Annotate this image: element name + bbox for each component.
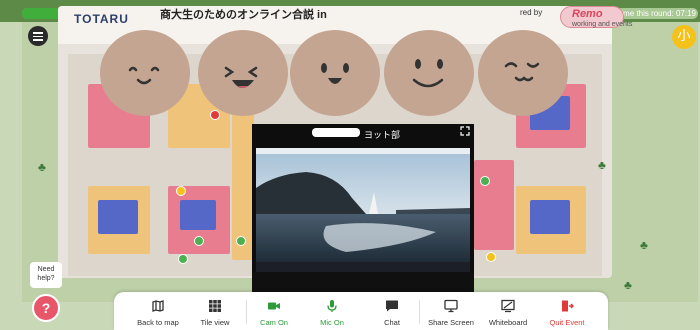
- user-avatar[interactable]: 小: [672, 25, 696, 49]
- participant-face[interactable]: [478, 30, 568, 116]
- camera-icon: [268, 302, 280, 310]
- clover-decoration: ♣: [598, 158, 606, 172]
- attendee-avatar[interactable]: [486, 252, 496, 262]
- tile-view-button[interactable]: Tile view: [192, 292, 238, 330]
- toolbar-divider: [246, 300, 247, 324]
- redacted-name: [312, 128, 360, 137]
- whiteboard-label: Whiteboard: [488, 318, 528, 327]
- clover-decoration: ♣: [624, 278, 632, 292]
- share-screen-button[interactable]: Share Screen: [424, 292, 478, 330]
- quit-event-label: Quit Event: [549, 318, 585, 327]
- attendee-avatar[interactable]: [480, 176, 490, 186]
- attendee-avatar[interactable]: [194, 236, 204, 246]
- participant-face[interactable]: [384, 30, 474, 116]
- grid-icon: [209, 300, 221, 312]
- clover-decoration: ♣: [640, 238, 648, 252]
- conference-table[interactable]: [180, 200, 216, 230]
- back-to-map-label: Back to map: [137, 318, 179, 327]
- conference-table[interactable]: [530, 200, 570, 234]
- event-logo: TOTARU: [74, 12, 129, 26]
- chat-label: Chat: [384, 318, 400, 327]
- video-frame: [256, 148, 470, 262]
- whiteboard-icon: [501, 299, 515, 313]
- exit-icon: [562, 300, 574, 312]
- attendee-avatar[interactable]: [176, 186, 186, 196]
- participant-face[interactable]: [198, 30, 288, 116]
- share-screen-label: Share Screen: [428, 318, 474, 327]
- tile-view-label: Tile view: [200, 318, 230, 327]
- attendee-avatar[interactable]: [178, 254, 188, 264]
- event-title: 商大生のためのオンライン合説 in: [160, 9, 327, 21]
- quit-event-button[interactable]: Quit Event: [544, 292, 590, 330]
- microphone-toggle-button[interactable]: Mic On: [312, 292, 352, 330]
- remo-logo: Remo: [572, 8, 603, 20]
- clover-decoration: ♣: [38, 160, 46, 174]
- bottom-toolbar: Back to map Tile view Cam On Mic On Chat…: [114, 292, 608, 330]
- video-title: ヨット部: [364, 130, 401, 140]
- microphone-toggle-label: Mic On: [320, 318, 344, 327]
- back-to-map-button[interactable]: Back to map: [128, 292, 188, 330]
- powered-by-label: red by: [520, 8, 543, 17]
- help-tooltip: Need help?: [30, 262, 62, 288]
- chat-button[interactable]: Chat: [372, 292, 412, 330]
- table-room[interactable]: [474, 160, 514, 250]
- remo-tagline: working and events: [572, 21, 633, 28]
- toolbar-divider: [419, 300, 420, 324]
- video-taskbar: [256, 262, 470, 272]
- help-icon: ?: [41, 300, 51, 316]
- share-screen-icon: [444, 299, 458, 313]
- attendee-avatar[interactable]: [236, 236, 246, 246]
- map-icon: [152, 300, 164, 312]
- help-button[interactable]: ?: [32, 294, 60, 322]
- expand-icon[interactable]: [460, 126, 470, 136]
- camera-toggle-button[interactable]: Cam On: [254, 292, 294, 330]
- conference-table[interactable]: [98, 200, 138, 234]
- menu-icon[interactable]: [28, 26, 48, 46]
- camera-toggle-label: Cam On: [260, 318, 288, 327]
- microphone-icon: [327, 300, 337, 312]
- participant-face[interactable]: [100, 30, 190, 116]
- whiteboard-button[interactable]: Whiteboard: [484, 292, 532, 330]
- participant-face[interactable]: [290, 30, 380, 116]
- chat-icon: [386, 300, 398, 312]
